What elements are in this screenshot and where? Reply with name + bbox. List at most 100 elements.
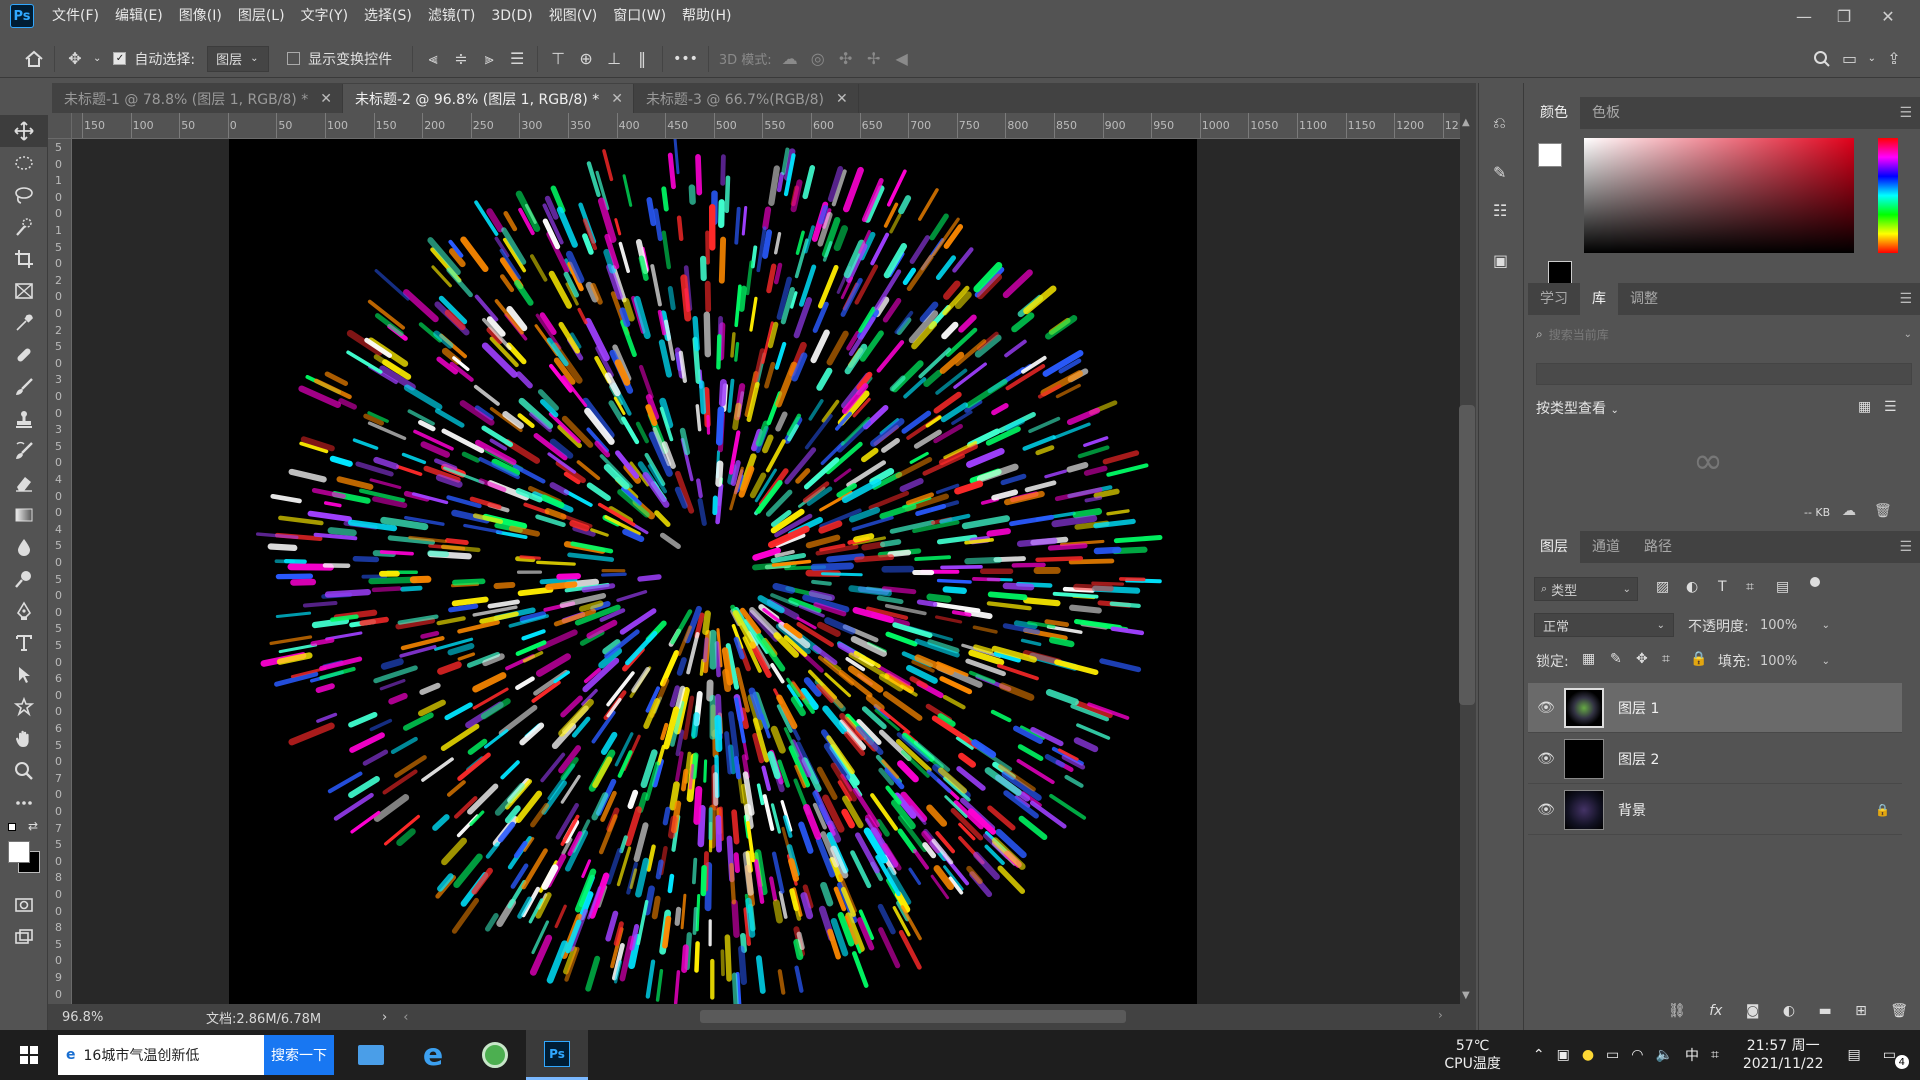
horizontal-ruler[interactable]: 150 100 50 0 50 100 150 200 250 300 350 400 450 500 55…: [72, 113, 1460, 139]
search-button[interactable]: 搜索一下: [264, 1035, 334, 1075]
distribute-h-icon[interactable]: ‖: [628, 45, 656, 73]
auto-select-dropdown[interactable]: 图层 ⌄: [207, 45, 270, 72]
default-colors-icon[interactable]: [8, 823, 16, 831]
link-layers-icon[interactable]: ⛓: [1668, 1003, 1686, 1019]
3d-slide-icon[interactable]: ✢: [860, 45, 888, 73]
foreground-color-chip[interactable]: [1538, 143, 1562, 167]
chevron-down-icon[interactable]: ⌄: [1822, 656, 1830, 667]
eye-icon[interactable]: 👁: [1528, 700, 1564, 716]
3d-panel-icon[interactable]: ▣: [1493, 251, 1508, 270]
scroll-right-icon[interactable]: ›: [1438, 1008, 1443, 1022]
lock-all-icon[interactable]: 🔒: [1690, 651, 1707, 667]
lock-pixels-icon[interactable]: ✎: [1610, 651, 1622, 667]
canvas-workspace[interactable]: [72, 139, 1460, 1004]
marquee-tool-icon[interactable]: [0, 147, 48, 179]
layer-row-layer-2[interactable]: 👁 图层 2: [1528, 734, 1902, 784]
vertical-scrollbar-thumb[interactable]: [1459, 405, 1475, 705]
tab-libraries[interactable]: 库: [1580, 283, 1618, 315]
3d-camera-icon[interactable]: ◀: [888, 45, 916, 73]
layer-row-layer-1[interactable]: 👁 图层 1: [1528, 683, 1902, 733]
list-view-icon[interactable]: ☰: [1884, 399, 1897, 415]
more-tools-icon[interactable]: [0, 787, 48, 819]
tab-channels[interactable]: 通道: [1580, 531, 1632, 563]
menu-view[interactable]: 视图(V): [541, 0, 606, 32]
wifi-icon[interactable]: ◠: [1625, 1047, 1649, 1063]
scroll-left-icon[interactable]: ‹: [403, 1010, 408, 1025]
360-browser-icon[interactable]: [464, 1030, 526, 1080]
align-top-icon[interactable]: ⊤: [544, 45, 572, 73]
align-middle-v-icon[interactable]: ⊕: [572, 45, 600, 73]
filter-shape-icon[interactable]: ⌗: [1746, 579, 1754, 595]
eyedropper-tool-icon[interactable]: [0, 307, 48, 339]
tab-untitled-2[interactable]: 未标题-2 @ 96.8% (图层 1, RGB/8) * ✕: [342, 84, 634, 113]
close-icon[interactable]: ✕: [836, 91, 848, 107]
minimize-icon[interactable]: —: [1784, 0, 1824, 32]
ime-mode-icon[interactable]: ⌗: [1705, 1047, 1725, 1063]
fill-input[interactable]: 100% ⌄: [1760, 649, 1830, 673]
clone-stamp-tool-icon[interactable]: [0, 403, 48, 435]
clock[interactable]: 21:57 周一 2021/11/22: [1737, 1037, 1830, 1073]
eye-icon[interactable]: 👁: [1528, 802, 1564, 818]
distribute-v-icon[interactable]: ☰: [503, 45, 531, 73]
lasso-tool-icon[interactable]: [0, 179, 48, 211]
zoom-level[interactable]: 96.8%: [62, 1010, 158, 1025]
quick-mask-icon[interactable]: [0, 889, 48, 921]
share-icon[interactable]: ⇪: [1880, 45, 1908, 73]
tray-expand-icon[interactable]: ⌃: [1527, 1047, 1551, 1063]
status-menu-arrow[interactable]: ›: [382, 1010, 387, 1025]
tab-color[interactable]: 颜色: [1528, 97, 1580, 129]
menu-select[interactable]: 选择(S): [356, 0, 420, 32]
adjustment-layer-icon[interactable]: ◐: [1783, 1003, 1795, 1019]
filter-type-icon[interactable]: T: [1718, 579, 1727, 595]
panel-menu-icon[interactable]: ☰: [1899, 291, 1912, 307]
dodge-tool-icon[interactable]: [0, 563, 48, 595]
layer-row-background[interactable]: 👁 背景 🔒: [1528, 785, 1902, 835]
type-tool-icon[interactable]: [0, 627, 48, 659]
tab-learn[interactable]: 学习: [1528, 283, 1580, 315]
color-picker-field[interactable]: [1584, 138, 1854, 253]
auto-select-checkbox[interactable]: ✓: [113, 52, 127, 65]
chevron-down-icon[interactable]: ⌄: [1864, 53, 1880, 64]
3d-orbit-icon[interactable]: ☁: [776, 45, 804, 73]
hand-tool-icon[interactable]: [0, 723, 48, 755]
filter-toggle-icon[interactable]: [1810, 577, 1820, 587]
volume-icon[interactable]: 🔈: [1650, 1047, 1679, 1063]
align-left-icon[interactable]: ⫷: [419, 45, 447, 73]
chevron-down-icon[interactable]: ⌄: [89, 53, 105, 64]
edge-browser-icon[interactable]: e: [402, 1030, 464, 1080]
tab-layers[interactable]: 图层: [1528, 531, 1580, 563]
horizontal-scrollbar-thumb[interactable]: [700, 1010, 1126, 1023]
properties-panel-icon[interactable]: ☷: [1493, 201, 1507, 220]
ruler-origin[interactable]: [48, 113, 72, 139]
panel-menu-icon[interactable]: ☰: [1899, 539, 1912, 555]
align-center-h-icon[interactable]: ≑: [447, 45, 475, 73]
menu-window[interactable]: 窗口(W): [605, 0, 674, 32]
cloud-sync-icon[interactable]: ☁: [1842, 503, 1856, 519]
path-selection-tool-icon[interactable]: [0, 659, 48, 691]
brush-tool-icon[interactable]: [0, 371, 48, 403]
custom-shape-tool-icon[interactable]: [0, 691, 48, 723]
notes-icon[interactable]: ▤: [1842, 1047, 1867, 1063]
3d-pan-icon[interactable]: ✣: [832, 45, 860, 73]
show-transform-checkbox[interactable]: [287, 52, 301, 65]
foreground-color-swatch[interactable]: [8, 841, 30, 863]
tab-adjustments[interactable]: 调整: [1618, 283, 1670, 315]
eraser-tool-icon[interactable]: [0, 467, 48, 499]
photoshop-taskbar-icon[interactable]: Ps: [526, 1030, 588, 1080]
layer-name[interactable]: 图层 1: [1618, 698, 1659, 718]
menu-3d[interactable]: 3D(D): [483, 0, 540, 32]
filter-adjustment-icon[interactable]: ◐: [1686, 579, 1698, 595]
menu-filter[interactable]: 滤镜(T): [420, 0, 483, 32]
menu-layer[interactable]: 图层(L): [230, 0, 293, 32]
move-tool-preset-icon[interactable]: ✥: [61, 45, 89, 73]
tab-untitled-3[interactable]: 未标题-3 @ 66.7%(RGB/8) ✕: [633, 84, 859, 113]
trash-icon[interactable]: 🗑: [1874, 503, 1892, 519]
brush-settings-icon[interactable]: ✎: [1493, 163, 1506, 182]
chevron-down-icon[interactable]: ⌄: [1822, 620, 1830, 631]
menu-file[interactable]: 文件(F): [44, 0, 107, 32]
cpu-temp-widget[interactable]: 57℃ CPU温度: [1438, 1037, 1506, 1073]
zoom-tool-icon[interactable]: [0, 755, 48, 787]
filter-smart-object-icon[interactable]: ▤: [1776, 579, 1789, 595]
menu-image[interactable]: 图像(I): [171, 0, 230, 32]
3d-roll-icon[interactable]: ◎: [804, 45, 832, 73]
